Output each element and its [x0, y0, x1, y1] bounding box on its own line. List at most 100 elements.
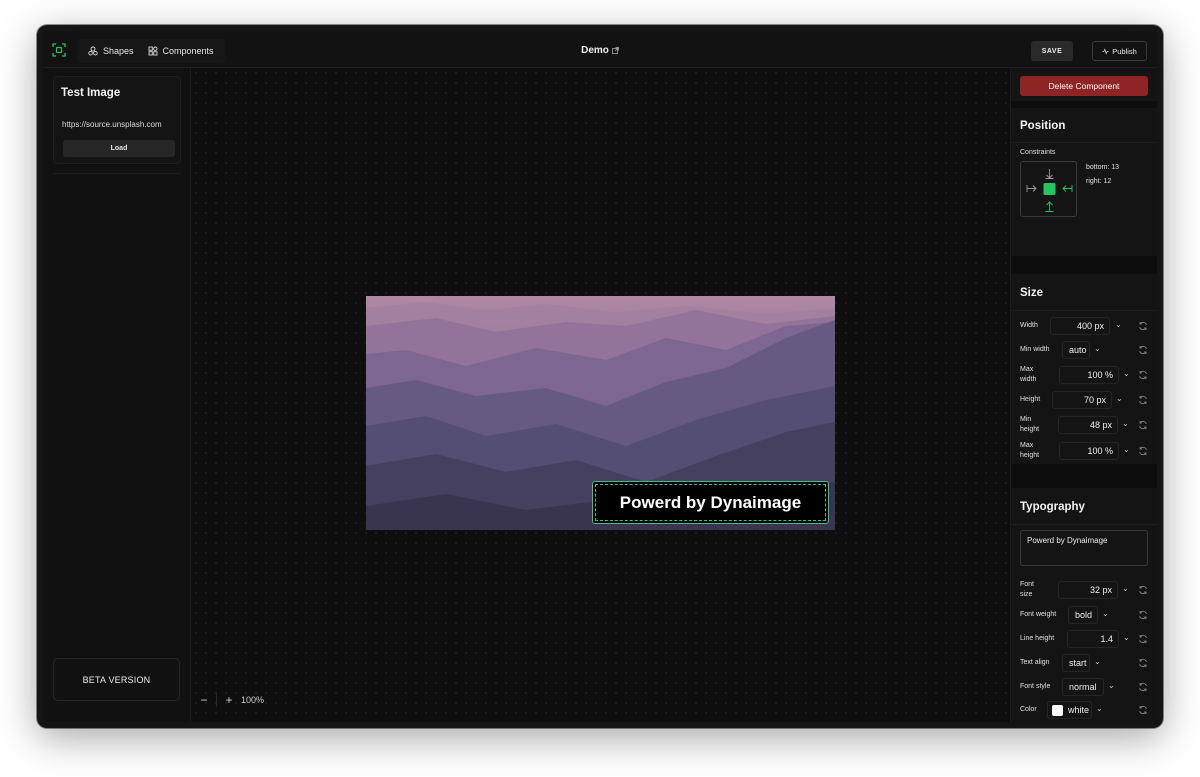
- chevron-down-icon[interactable]: ⌄: [1122, 419, 1130, 429]
- zoom-separator: [216, 693, 217, 707]
- chevron-down-icon[interactable]: ⌄: [1108, 681, 1116, 691]
- save-button[interactable]: SAVE: [1031, 41, 1073, 61]
- text-content-input[interactable]: [1020, 530, 1148, 566]
- chevron-down-icon[interactable]: ⌄: [1094, 344, 1102, 354]
- constraint-bottom: bottom: 13: [1086, 164, 1120, 171]
- refresh-icon[interactable]: [1138, 585, 1148, 595]
- refresh-icon[interactable]: [1138, 634, 1148, 644]
- size-section: Size Width 400 px ⌄ Min width auto ⌄ Max…: [1011, 274, 1157, 464]
- font-weight-row: Font weight bold ⌄: [1020, 605, 1151, 625]
- activity-icon: [1102, 47, 1109, 55]
- text-align-select[interactable]: start: [1062, 654, 1090, 672]
- max-width-input[interactable]: 100 %: [1059, 366, 1119, 384]
- right-properties-panel: Delete Component Position Constraints bo…: [1010, 68, 1157, 722]
- sidebar-divider: [53, 173, 181, 174]
- image-url-input[interactable]: [62, 117, 174, 131]
- delete-component-button[interactable]: Delete Component: [1020, 76, 1148, 96]
- min-width-select[interactable]: auto: [1062, 341, 1090, 359]
- refresh-icon[interactable]: [1138, 705, 1148, 715]
- font-style-label: Font style: [1020, 683, 1051, 690]
- line-height-input[interactable]: 1.4: [1067, 630, 1119, 648]
- design-canvas[interactable]: Powerd by Dynaimage − + 100%: [191, 68, 1010, 722]
- text-align-label: Text align: [1020, 659, 1050, 666]
- width-row: Width 400 px ⌄: [1020, 316, 1151, 336]
- font-size-row: Font size 32 px ⌄: [1020, 580, 1151, 600]
- refresh-icon[interactable]: [1138, 345, 1148, 355]
- height-row: Height 70 px ⌄: [1020, 390, 1151, 410]
- color-row: Color white ⌄: [1020, 700, 1151, 720]
- max-height-label: Max height: [1020, 442, 1040, 459]
- position-title: Position: [1020, 120, 1066, 132]
- min-height-label: Min height: [1020, 416, 1040, 433]
- text-align-row: Text align start ⌄: [1020, 653, 1151, 673]
- color-select[interactable]: white: [1047, 701, 1092, 719]
- line-height-label: Line height: [1020, 635, 1055, 642]
- color-swatch: [1052, 705, 1063, 716]
- test-image-title: Test Image: [61, 87, 121, 99]
- font-size-label: Font size: [1020, 581, 1035, 598]
- min-height-input[interactable]: 48 px: [1058, 416, 1118, 434]
- zoom-controls: − + 100%: [196, 692, 264, 708]
- chevron-down-icon[interactable]: ⌄: [1122, 584, 1130, 594]
- typography-divider: [1011, 524, 1157, 525]
- chevron-down-icon[interactable]: ⌄: [1115, 320, 1123, 330]
- constraints-widget[interactable]: [1020, 161, 1077, 217]
- min-width-label: Min width: [1020, 346, 1050, 353]
- max-width-label: Max width: [1020, 366, 1037, 383]
- width-input[interactable]: 400 px: [1050, 317, 1110, 335]
- app-window: Shapes Components Demo SAVE Publish Test…: [37, 25, 1163, 728]
- chevron-down-icon[interactable]: ⌄: [1123, 445, 1131, 455]
- beta-version-badge: BETA VERSION: [53, 658, 180, 701]
- font-size-input[interactable]: 32 px: [1058, 581, 1118, 599]
- selected-text-component[interactable]: Powerd by Dynaimage: [592, 481, 829, 524]
- chevron-down-icon[interactable]: ⌄: [1102, 609, 1110, 619]
- size-divider: [1011, 310, 1157, 311]
- constraint-right: right: 12: [1086, 178, 1112, 185]
- publish-button[interactable]: Publish: [1092, 41, 1147, 61]
- line-height-row: Line height 1.4 ⌄: [1020, 629, 1151, 649]
- test-image-card: Test Image Load: [53, 76, 181, 164]
- refresh-icon[interactable]: [1138, 682, 1148, 692]
- max-width-row: Max width 100 % ⌄: [1020, 365, 1151, 385]
- position-divider: [1011, 142, 1157, 143]
- constraints-diagram: [1026, 169, 1073, 212]
- document-title[interactable]: Demo: [43, 45, 1157, 56]
- typography-title: Typography: [1020, 501, 1085, 513]
- min-height-row: Min height 48 px ⌄: [1020, 415, 1151, 435]
- color-value: white: [1068, 705, 1090, 715]
- refresh-icon[interactable]: [1138, 395, 1148, 405]
- font-weight-select[interactable]: bold: [1068, 606, 1098, 624]
- refresh-icon[interactable]: [1138, 446, 1148, 456]
- refresh-icon[interactable]: [1138, 370, 1148, 380]
- zoom-level: 100%: [241, 695, 265, 705]
- left-sidebar: Test Image Load BETA VERSION: [43, 68, 191, 722]
- refresh-icon[interactable]: [1138, 420, 1148, 430]
- font-style-select[interactable]: normal: [1062, 678, 1104, 696]
- publish-label: Publish: [1112, 46, 1137, 56]
- zoom-in-button[interactable]: +: [221, 692, 237, 708]
- top-bar: Shapes Components Demo SAVE Publish: [43, 31, 1157, 68]
- max-height-row: Max height 100 % ⌄: [1020, 441, 1151, 461]
- chevron-down-icon[interactable]: ⌄: [1123, 369, 1131, 379]
- chevron-down-icon[interactable]: ⌄: [1096, 704, 1104, 714]
- size-title: Size: [1020, 287, 1044, 299]
- zoom-out-button[interactable]: −: [196, 692, 212, 708]
- position-section: Position Constraints bottom: 13 right: 1…: [1011, 108, 1157, 256]
- min-width-row: Min width auto ⌄: [1020, 340, 1151, 360]
- constraints-label: Constraints: [1020, 149, 1056, 156]
- external-link-icon: [612, 47, 619, 54]
- height-input[interactable]: 70 px: [1052, 391, 1112, 409]
- font-style-row: Font style normal ⌄: [1020, 677, 1151, 697]
- delete-section: Delete Component: [1011, 68, 1157, 101]
- typography-section: Typography Font size 32 px ⌄ Font weight…: [1011, 488, 1157, 722]
- artboard-image[interactable]: Powerd by Dynaimage: [366, 296, 835, 530]
- load-button[interactable]: Load: [63, 140, 175, 157]
- refresh-icon[interactable]: [1138, 321, 1148, 331]
- app-screen: Shapes Components Demo SAVE Publish Test…: [43, 31, 1157, 722]
- max-height-input[interactable]: 100 %: [1059, 442, 1119, 460]
- chevron-down-icon[interactable]: ⌄: [1123, 633, 1131, 643]
- chevron-down-icon[interactable]: ⌄: [1116, 394, 1124, 404]
- refresh-icon[interactable]: [1138, 658, 1148, 668]
- chevron-down-icon[interactable]: ⌄: [1094, 657, 1102, 667]
- refresh-icon[interactable]: [1138, 610, 1148, 620]
